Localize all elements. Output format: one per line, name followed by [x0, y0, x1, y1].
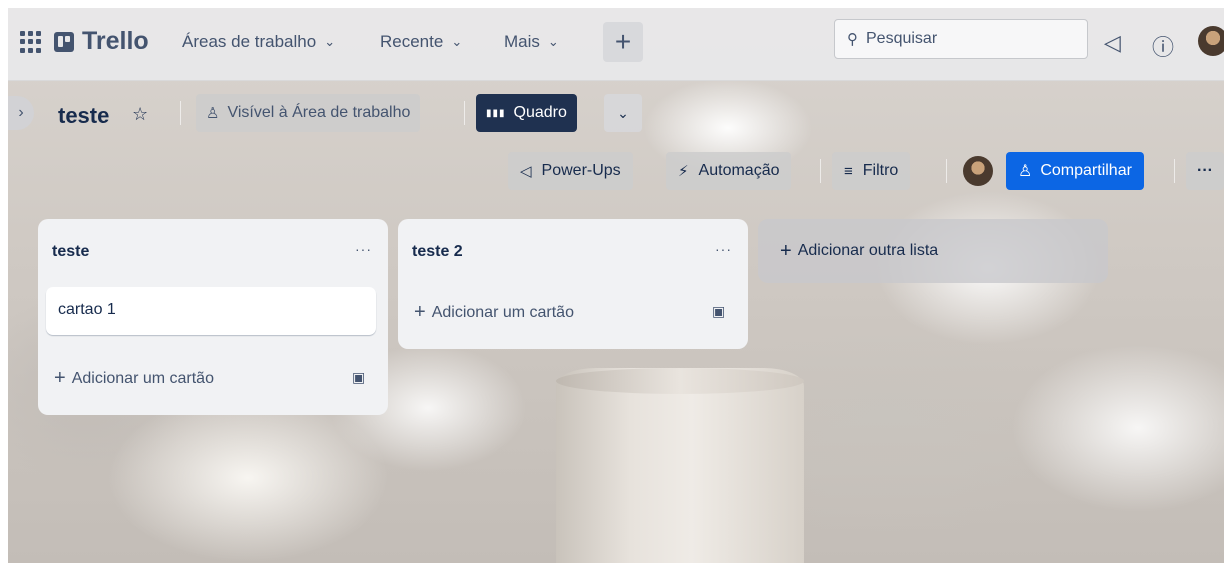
- list-teste: teste ··· cartao 1 + Adicionar um cartão…: [38, 219, 388, 415]
- list-teste-2: teste 2 ··· + Adicionar um cartão ▣: [398, 219, 748, 349]
- chevron-down-icon: ⌄: [617, 104, 629, 121]
- help-icon[interactable]: ⓘ: [1152, 30, 1174, 62]
- add-member-icon: ♙: [1018, 163, 1033, 180]
- add-card-label: Adicionar um cartão: [71, 369, 214, 387]
- plus-icon: +: [54, 367, 66, 389]
- avatar[interactable]: [1198, 26, 1224, 56]
- template-icon[interactable]: ▣: [712, 303, 725, 320]
- visibility-button[interactable]: ♙ Visível à Área de trabalho: [196, 94, 421, 132]
- divider: [820, 159, 821, 183]
- search-icon: ⚲: [847, 31, 858, 48]
- card-item[interactable]: cartao 1: [46, 287, 376, 335]
- filter-label: Filtro: [862, 162, 899, 179]
- add-list-label: Adicionar outra lista: [797, 242, 939, 259]
- menu-label: Mais: [504, 32, 540, 51]
- filter-icon: ≡: [844, 162, 853, 180]
- trello-logo-icon: [54, 31, 74, 52]
- chevron-right-icon: ›: [18, 104, 24, 121]
- list-menu-icon[interactable]: ···: [715, 241, 732, 257]
- rocket-icon: ◁: [520, 163, 532, 180]
- add-list-button[interactable]: + Adicionar outra lista: [758, 219, 1108, 283]
- share-label: Compartilhar: [1040, 162, 1132, 179]
- apps-grid-icon[interactable]: [20, 31, 42, 53]
- board-view-label: Quadro: [513, 104, 567, 121]
- menu-recent[interactable]: Recente ⌄: [380, 32, 462, 52]
- divider: [1174, 159, 1175, 183]
- board-view-icon: ▮▮▮: [486, 107, 506, 119]
- menu-workspaces[interactable]: Áreas de trabalho ⌄: [182, 32, 335, 52]
- chevron-down-icon: ⌄: [324, 34, 336, 49]
- menu-label: Áreas de trabalho: [182, 32, 317, 51]
- board-menu-button[interactable]: ···: [1186, 152, 1224, 190]
- lightning-icon: ⚡: [678, 163, 689, 180]
- chevron-down-icon: ⌄: [547, 34, 559, 49]
- add-card-button[interactable]: + Adicionar um cartão: [414, 301, 574, 324]
- member-avatar[interactable]: [963, 156, 993, 186]
- search-input[interactable]: ⚲ Pesquisar: [834, 19, 1088, 59]
- star-icon[interactable]: ☆: [132, 104, 148, 125]
- people-icon: ♙: [206, 105, 220, 122]
- add-card-label: Adicionar um cartão: [431, 303, 574, 321]
- template-icon[interactable]: ▣: [352, 369, 365, 386]
- automation-button[interactable]: ⚡ Automação: [666, 152, 792, 190]
- visibility-label: Visível à Área de trabalho: [227, 104, 411, 121]
- sidebar-expand-button[interactable]: ›: [8, 96, 34, 130]
- automation-label: Automação: [698, 162, 780, 179]
- divider: [464, 101, 465, 125]
- powerups-button[interactable]: ◁ Power-Ups: [508, 152, 633, 190]
- share-button[interactable]: ♙ Compartilhar: [1006, 152, 1144, 190]
- plus-icon: +: [780, 239, 792, 262]
- add-card-button[interactable]: + Adicionar um cartão: [54, 367, 214, 390]
- powerups-label: Power-Ups: [541, 162, 621, 179]
- list-menu-icon[interactable]: ···: [355, 241, 372, 257]
- top-header: Trello Áreas de trabalho ⌄ Recente ⌄ Mai…: [8, 8, 1224, 81]
- board-title[interactable]: teste: [58, 103, 109, 129]
- chevron-down-icon: ⌄: [451, 34, 463, 49]
- megaphone-icon[interactable]: ◁: [1104, 30, 1121, 56]
- board-view-button[interactable]: ▮▮▮ Quadro: [476, 94, 577, 132]
- view-switcher-button[interactable]: ⌄: [604, 94, 642, 132]
- logo-text: Trello: [82, 27, 149, 55]
- search-placeholder: Pesquisar: [866, 30, 938, 47]
- board-background: Trello Áreas de trabalho ⌄ Recente ⌄ Mai…: [8, 8, 1224, 563]
- list-title[interactable]: teste: [52, 243, 89, 261]
- divider: [180, 101, 181, 125]
- list-title[interactable]: teste 2: [412, 243, 463, 261]
- create-button[interactable]: +: [603, 22, 643, 62]
- trello-logo[interactable]: Trello: [54, 27, 149, 56]
- plus-icon: +: [414, 301, 426, 323]
- menu-more[interactable]: Mais ⌄: [504, 32, 559, 52]
- filter-button[interactable]: ≡ Filtro: [832, 152, 911, 190]
- divider: [946, 159, 947, 183]
- menu-label: Recente: [380, 32, 444, 51]
- background-vase: [556, 368, 804, 563]
